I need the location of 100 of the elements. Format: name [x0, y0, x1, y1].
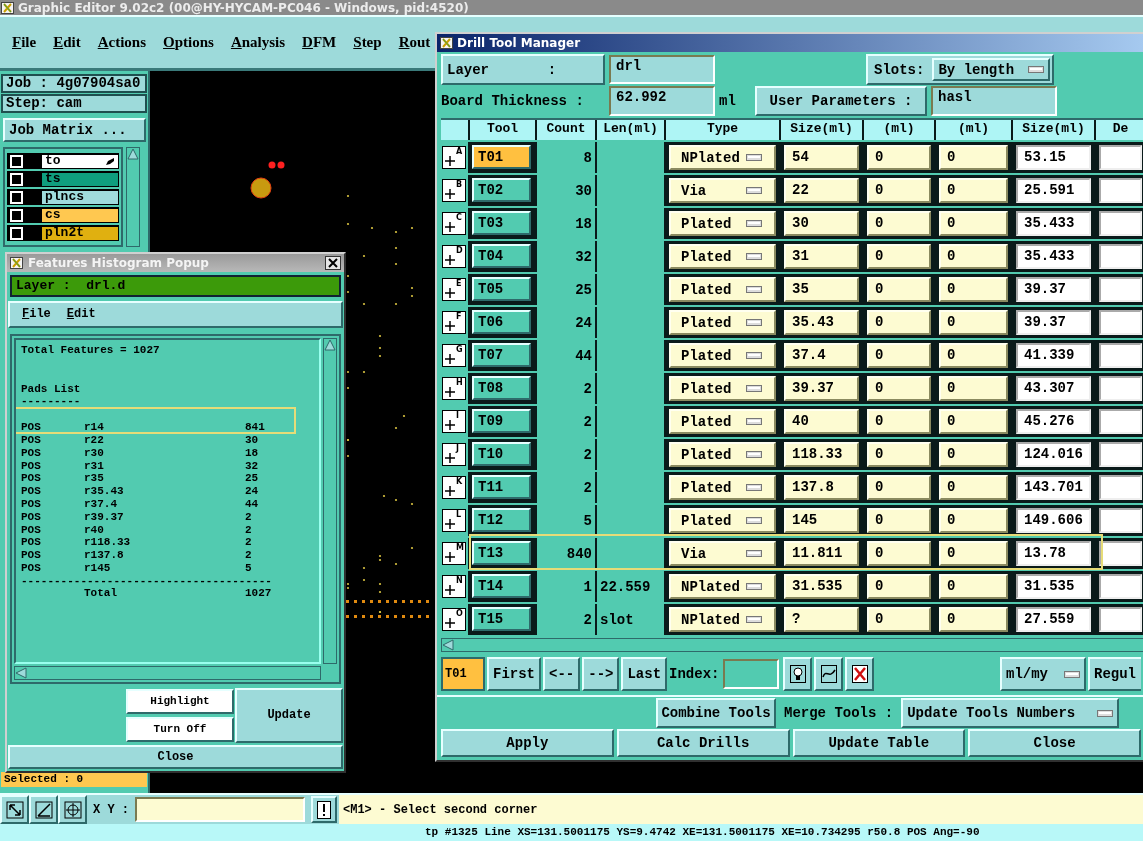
input-field[interactable]: 145 — [784, 508, 859, 533]
type-dropdown[interactable]: Plated — [669, 409, 776, 434]
tool-button[interactable]: T08 — [472, 376, 531, 400]
type-dropdown[interactable]: NPlated — [669, 145, 776, 170]
layer-checkbox[interactable] — [10, 226, 23, 240]
job-matrix-button[interactable]: Job Matrix ... — [3, 118, 146, 142]
scrollbar[interactable] — [323, 337, 337, 664]
input-field[interactable] — [1099, 376, 1142, 401]
menu-item[interactable]: Analysis — [230, 34, 286, 51]
tool-button[interactable]: T07 — [472, 343, 531, 367]
add-tool-button[interactable]: K — [442, 476, 466, 499]
layer-checkbox[interactable] — [10, 154, 23, 168]
action-button[interactable]: Calc Drills — [616, 729, 790, 757]
input-field[interactable] — [1099, 508, 1142, 533]
input-field[interactable]: 0 — [867, 145, 931, 170]
type-dropdown[interactable]: Plated — [669, 475, 776, 500]
input-field[interactable]: 40 — [784, 409, 859, 434]
highlight-button[interactable]: Highlight — [126, 688, 234, 714]
type-dropdown[interactable]: Via — [669, 541, 776, 566]
menu-item[interactable]: Options — [163, 34, 214, 51]
input-field[interactable]: 37.4 — [784, 343, 859, 368]
input-field[interactable] — [1099, 409, 1142, 434]
type-dropdown[interactable]: Plated — [669, 244, 776, 269]
input-field[interactable]: 149.606 — [1016, 508, 1091, 533]
input-field[interactable]: 0 — [939, 277, 1008, 302]
input-field[interactable]: 0 — [867, 376, 931, 401]
scrollbar[interactable] — [14, 665, 321, 680]
tool-button[interactable]: T15 — [472, 607, 531, 631]
tool-button[interactable]: T13 — [472, 541, 531, 565]
tool-button[interactable]: T09 — [472, 409, 531, 433]
add-tool-button[interactable]: B — [442, 179, 466, 202]
type-dropdown[interactable]: Plated — [669, 310, 776, 335]
tool-button[interactable]: T06 — [472, 310, 531, 334]
type-dropdown[interactable]: Plated — [669, 508, 776, 533]
measure-icon-button[interactable] — [29, 795, 58, 824]
type-dropdown[interactable]: Via — [669, 178, 776, 203]
input-field[interactable]: 0 — [867, 442, 931, 467]
input-field[interactable]: 22 — [784, 178, 859, 203]
input-field[interactable]: 0 — [939, 508, 1008, 533]
input-field[interactable]: 54 — [784, 145, 859, 170]
layer-item[interactable]: plncs — [41, 189, 119, 205]
slots-dropdown[interactable]: By length — [932, 58, 1050, 81]
scrollbar[interactable] — [441, 638, 1143, 652]
type-dropdown[interactable]: Plated — [669, 343, 776, 368]
input-field[interactable]: 0 — [939, 541, 1008, 566]
input-field[interactable]: 30 — [784, 211, 859, 236]
scrollbar[interactable] — [126, 147, 140, 247]
input-field[interactable] — [1099, 607, 1142, 632]
input-field[interactable]: 0 — [939, 475, 1008, 500]
layer-item[interactable]: pln2t — [41, 225, 119, 241]
input-field[interactable]: 35.433 — [1016, 244, 1091, 269]
input-field[interactable]: 0 — [867, 574, 931, 599]
action-button[interactable]: Apply — [441, 729, 614, 757]
tool-button[interactable]: T12 — [472, 508, 531, 532]
add-tool-button[interactable]: N — [442, 575, 466, 598]
close-button[interactable] — [325, 255, 341, 270]
add-tool-button[interactable]: G — [442, 344, 466, 367]
input-field[interactable]: 0 — [867, 541, 931, 566]
navigation-button[interactable]: First — [487, 657, 541, 691]
input-field[interactable]: 0 — [867, 475, 931, 500]
input-field[interactable]: 13.78 — [1016, 541, 1091, 566]
input-field[interactable] — [1099, 475, 1142, 500]
user-parameters-button[interactable]: User Parameters : — [755, 86, 927, 116]
wave-icon-button[interactable] — [814, 657, 844, 691]
input-field[interactable]: 0 — [867, 310, 931, 335]
tool-button[interactable]: T10 — [472, 442, 531, 466]
input-field[interactable]: 0 — [939, 211, 1008, 236]
type-dropdown[interactable]: Plated — [669, 442, 776, 467]
navigation-button[interactable]: Last — [621, 657, 668, 691]
layer-item[interactable]: cs — [41, 207, 119, 223]
layer-checkbox[interactable] — [10, 190, 23, 204]
user-parameters-field[interactable]: hasl — [931, 86, 1057, 116]
index-field[interactable] — [723, 659, 780, 689]
input-field[interactable]: 0 — [939, 178, 1008, 203]
input-field[interactable]: 0 — [939, 442, 1008, 467]
tool-button[interactable]: T02 — [472, 178, 531, 202]
add-tool-button[interactable]: E — [442, 278, 466, 301]
input-field[interactable]: 31 — [784, 244, 859, 269]
input-field[interactable]: ? — [784, 607, 859, 632]
tool-button[interactable]: T03 — [472, 211, 531, 235]
menu-item[interactable]: File — [12, 34, 37, 51]
tool-button[interactable]: T04 — [472, 244, 531, 268]
input-field[interactable]: 39.37 — [1016, 277, 1091, 302]
add-tool-button[interactable]: A — [442, 146, 466, 169]
type-dropdown[interactable]: Plated — [669, 376, 776, 401]
input-field[interactable]: 0 — [867, 607, 931, 632]
tool-button[interactable]: T01 — [472, 145, 531, 169]
layer-checkbox[interactable] — [10, 208, 23, 222]
regul-button[interactable]: Regul — [1088, 657, 1141, 691]
input-field[interactable]: 35.43 — [784, 310, 859, 335]
input-field[interactable] — [1099, 211, 1142, 236]
layer-field[interactable]: drl — [609, 55, 715, 84]
add-tool-button[interactable]: J — [442, 443, 466, 466]
input-field[interactable]: 11.811 — [784, 541, 859, 566]
units-dropdown[interactable]: ml/my — [1000, 657, 1086, 691]
input-field[interactable]: 0 — [939, 409, 1008, 434]
input-field[interactable]: 39.37 — [784, 376, 859, 401]
input-field[interactable]: 0 — [867, 343, 931, 368]
input-field[interactable]: 0 — [939, 376, 1008, 401]
input-field[interactable]: 0 — [867, 508, 931, 533]
